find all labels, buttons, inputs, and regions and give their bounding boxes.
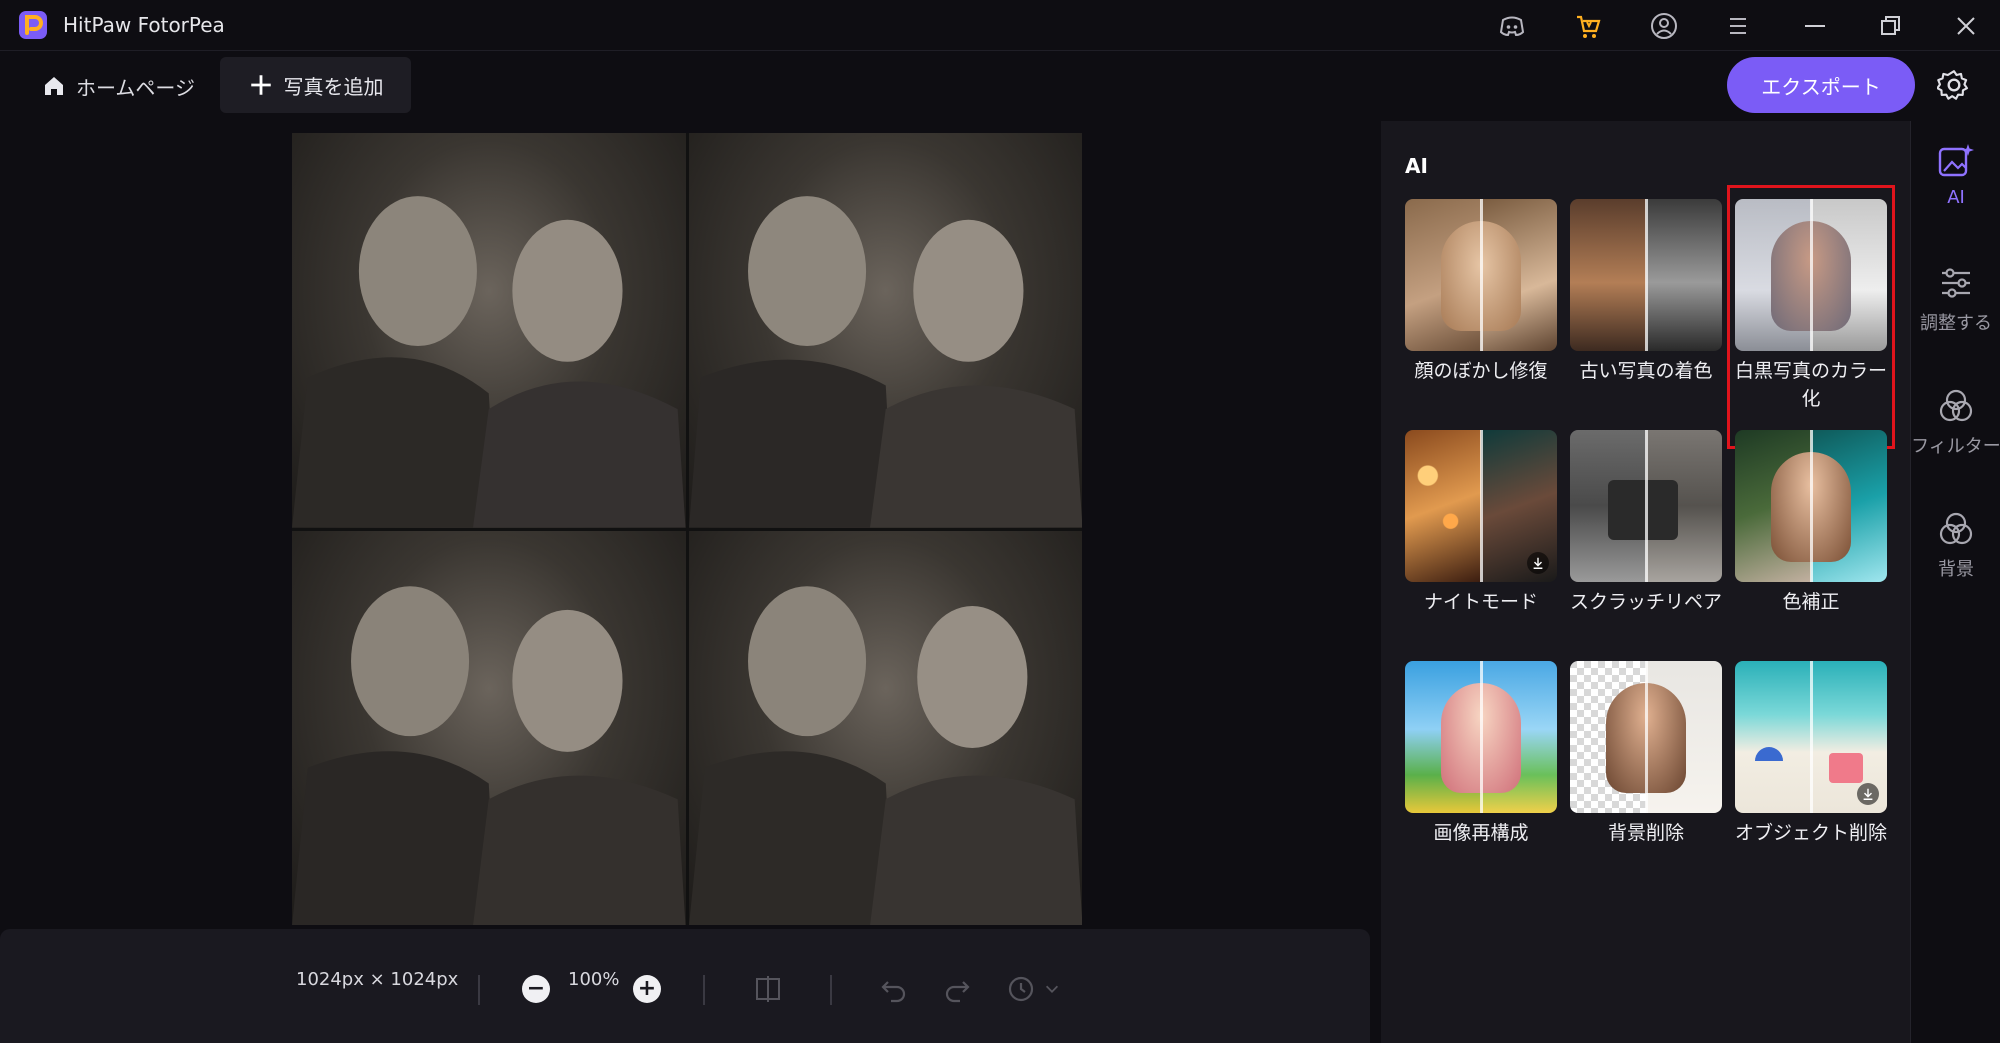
tool-label: 背景削除 (1607, 822, 1684, 844)
main-toolbar: ホームページ 写真を追加 エクスポート (0, 51, 2000, 121)
ai-tools-panel: AI 顔のぼかし修復 古い写真の着色 白黒写真のカラー化 ナイトモード スクラッ… (1381, 121, 1910, 1043)
history-icon[interactable] (1005, 973, 1037, 1005)
tool-thumbnail (1405, 430, 1557, 582)
account-icon[interactable] (1646, 8, 1682, 44)
home-icon (45, 77, 63, 95)
divider (703, 975, 705, 1005)
tool-scratch-repair[interactable]: スクラッチリペア (1570, 430, 1722, 616)
tool-label: 顔のぼかし修復 (1414, 360, 1548, 382)
rail-label: フィルター (1911, 436, 2000, 457)
tool-image-reconstruct[interactable]: 画像再構成 (1405, 661, 1557, 847)
rail-label: 背景 (1938, 559, 1974, 580)
divider (830, 975, 832, 1005)
tool-label: オブジェクト削除 (1735, 822, 1888, 844)
tool-old-photo-colorize[interactable]: 古い写真の着色 (1570, 199, 1722, 385)
photo-quadrant (688, 530, 1082, 925)
menu-icon[interactable] (1720, 8, 1756, 44)
tool-thumbnail (1570, 199, 1722, 351)
tool-color-correction[interactable]: 色補正 (1735, 430, 1887, 616)
rail-item-ai[interactable]: AI (1911, 131, 2000, 231)
rail-item-background[interactable]: 背景 (1911, 507, 2000, 581)
title-bar: HitPaw FotorPea (0, 0, 2000, 51)
rail-label: 調整する (1920, 313, 1992, 334)
tool-thumbnail (1570, 430, 1722, 582)
tool-object-remove[interactable]: オブジェクト削除 (1735, 661, 1887, 847)
ai-image-icon (1911, 139, 2000, 183)
home-label: ホームページ (76, 75, 195, 100)
add-photo-button[interactable]: 写真を追加 (220, 57, 411, 113)
rail-label: AI (1947, 187, 1965, 208)
zoom-level: 100% (568, 969, 620, 990)
sliders-icon (1911, 261, 2000, 305)
home-button[interactable]: ホームページ (42, 69, 195, 103)
rail-item-filter[interactable]: フィルター (1911, 384, 2000, 458)
panel-title: AI (1405, 154, 1428, 178)
undo-icon[interactable] (878, 973, 910, 1005)
photo-quadrant (292, 133, 686, 528)
photo-canvas[interactable] (292, 133, 1082, 925)
settings-gear-icon[interactable] (1934, 65, 1974, 105)
export-button[interactable]: エクスポート (1727, 57, 1915, 113)
tool-label: 色補正 (1782, 591, 1840, 613)
image-dimensions: 1024px × 1024px (296, 969, 459, 990)
zoom-in-button[interactable]: + (633, 975, 661, 1003)
add-photo-label: 写真を追加 (283, 74, 384, 99)
tool-label: スクラッチリペア (1570, 591, 1723, 613)
divider (478, 975, 480, 1005)
filter-circles-icon (1911, 384, 2000, 428)
tool-label: 画像再構成 (1433, 822, 1529, 844)
tool-thumbnail (1405, 661, 1557, 813)
redo-icon[interactable] (941, 973, 973, 1005)
tool-thumbnail (1735, 430, 1887, 582)
chevron-down-icon[interactable] (1042, 973, 1062, 1005)
rail-item-adjust[interactable]: 調整する (1911, 261, 2000, 335)
shop-icon[interactable] (1570, 8, 1606, 44)
nav-rail: AI 調整する フィルター 背景 (1910, 121, 2000, 1043)
app-title: HitPaw FotorPea (63, 13, 225, 37)
app-logo-icon (18, 10, 48, 40)
restore-icon[interactable] (1873, 8, 1909, 44)
tool-background-remove[interactable]: 背景削除 (1570, 661, 1722, 847)
highlight-frame (1727, 185, 1895, 449)
tool-night-mode[interactable]: ナイトモード (1405, 430, 1557, 616)
tool-label: 古い写真の着色 (1579, 360, 1713, 382)
tool-face-blur-repair[interactable]: 顔のぼかし修復 (1405, 199, 1557, 385)
canvas-status-bar: 1024px × 1024px − 100% + (0, 929, 1370, 1043)
zoom-out-button[interactable]: − (522, 975, 550, 1003)
background-circles-icon (1911, 507, 2000, 551)
download-icon (1527, 552, 1549, 574)
plus-icon (250, 75, 271, 95)
close-icon[interactable] (1948, 8, 1984, 44)
tool-thumbnail (1735, 661, 1887, 813)
tool-thumbnail (1405, 199, 1557, 351)
minimize-icon[interactable] (1797, 8, 1833, 44)
discord-icon[interactable] (1494, 8, 1530, 44)
photo-quadrant (292, 530, 686, 925)
compare-icon[interactable] (752, 973, 784, 1005)
canvas-area: 1024px × 1024px − 100% + (0, 121, 1380, 1043)
download-icon (1857, 783, 1879, 805)
tool-label: ナイトモード (1423, 591, 1538, 613)
tool-thumbnail (1570, 661, 1722, 813)
photo-quadrant (688, 133, 1082, 528)
